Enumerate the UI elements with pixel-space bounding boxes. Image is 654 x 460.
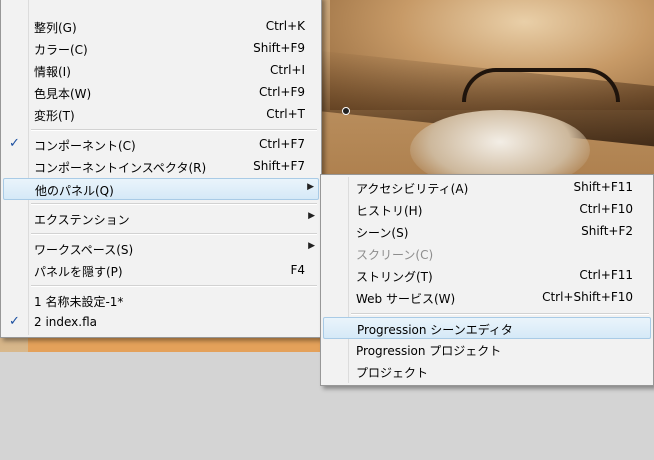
menu-item-label: パネルを隠す(P) xyxy=(34,265,123,279)
menu-item-color[interactable]: カラー(C) Shift+F9 xyxy=(3,38,319,60)
submenu-item-project[interactable]: プロジェクト xyxy=(323,361,651,383)
submenu-item-web-services[interactable]: Web サービス(W) Ctrl+Shift+F10 xyxy=(323,287,651,309)
menu-item-label: ストリング(T) xyxy=(356,270,433,284)
submenu-item-scene[interactable]: シーン(S) Shift+F2 xyxy=(323,221,651,243)
menu-item-component-inspector[interactable]: コンポーネントインスペクタ(R) Shift+F7 xyxy=(3,156,319,178)
menu-item-other-panels[interactable]: 他のパネル(Q) ▶ xyxy=(3,178,319,200)
menu-separator xyxy=(31,203,317,205)
menu-item-shortcut: Ctrl+I xyxy=(270,63,305,77)
other-panels-submenu: アクセシビリティ(A) Shift+F11 ヒストリ(H) Ctrl+F10 シ… xyxy=(320,174,654,386)
submenu-item-progression-project[interactable]: Progression プロジェクト xyxy=(323,339,651,361)
menu-item-label: 変形(T) xyxy=(34,109,75,123)
submenu-item-progression-scene-editor[interactable]: Progression シーンエディタ xyxy=(323,317,651,339)
menu-item-document-untitled[interactable]: 1 名称未設定-1* xyxy=(3,290,319,312)
menu-item-hide-panels[interactable]: パネルを隠す(P) F4 xyxy=(3,260,319,282)
menu-separator xyxy=(31,285,317,287)
menu-item-components[interactable]: ✓ コンポーネント(C) Ctrl+F7 xyxy=(3,134,319,156)
menu-item-info[interactable]: 情報(I) Ctrl+I xyxy=(3,60,319,82)
submenu-arrow-icon: ▶ xyxy=(308,241,315,251)
menu-item-shortcut: Ctrl+F10 xyxy=(579,202,633,216)
menu-item-label: 情報(I) xyxy=(34,65,71,79)
menu-item-shortcut: Ctrl+Shift+F10 xyxy=(542,290,633,304)
menu-item-label: カラー(C) xyxy=(34,43,88,57)
submenu-arrow-icon: ▶ xyxy=(307,182,314,192)
menu-item-label: プロジェクト xyxy=(356,366,429,380)
photo-bag-handle xyxy=(462,68,620,102)
menu-item-label: Web サービス(W) xyxy=(356,292,456,306)
menu-item-label: 整列(G) xyxy=(34,21,77,35)
menu-item-label: コンポーネント(C) xyxy=(34,139,136,153)
submenu-arrow-icon: ▶ xyxy=(308,211,315,221)
menu-item-workspace[interactable]: ワークスペース(S) ▶ xyxy=(3,238,319,260)
menu-item-shortcut: Shift+F11 xyxy=(573,180,633,194)
menu-item-label: ヒストリ(H) xyxy=(356,204,423,218)
menu-item-shortcut: Ctrl+F11 xyxy=(579,268,633,282)
menu-item-shortcut: Ctrl+T xyxy=(266,107,305,121)
submenu-item-accessibility[interactable]: アクセシビリティ(A) Shift+F11 xyxy=(323,177,651,199)
menu-item-label: 2 index.fla xyxy=(34,315,98,329)
submenu-item-strings[interactable]: ストリング(T) Ctrl+F11 xyxy=(323,265,651,287)
menu-item-transform[interactable]: 変形(T) Ctrl+T xyxy=(3,104,319,126)
menu-item-label: シーン(S) xyxy=(356,226,409,240)
menu-separator xyxy=(31,129,317,131)
menu-item-label: コンポーネントインスペクタ(R) xyxy=(34,161,207,175)
menu-item-extensions[interactable]: エクステンション ▶ xyxy=(3,208,319,230)
menu-item-label: 1 名称未設定-1* xyxy=(34,295,124,309)
menu-item-label: 他のパネル(Q) xyxy=(35,184,114,198)
menu-item-label: ワークスペース(S) xyxy=(34,243,134,257)
menu-item-label: エクステンション xyxy=(34,213,130,227)
menu-item-label: 色見本(W) xyxy=(34,87,92,101)
menu-item-shortcut: Ctrl+K xyxy=(265,19,305,33)
stage-frame-edge xyxy=(28,336,328,352)
menu-item-shortcut: Ctrl+F9 xyxy=(259,85,305,99)
menu-item-shortcut: Ctrl+F7 xyxy=(259,137,305,151)
menu-item-swatches[interactable]: 色見本(W) Ctrl+F9 xyxy=(3,82,319,104)
menu-item-label: Progression シーンエディタ xyxy=(357,323,513,337)
menu-item-shortcut: Shift+F9 xyxy=(253,41,305,55)
mouse-cursor-icon xyxy=(342,107,350,115)
menu-item-document-index[interactable]: ✓ 2 index.fla xyxy=(3,312,319,334)
check-icon: ✓ xyxy=(9,136,20,151)
menu-separator xyxy=(31,233,317,235)
menu-item-label: アクセシビリティ(A) xyxy=(356,182,469,196)
menu-item-shortcut: F4 xyxy=(290,263,305,277)
menu-item-label: Progression プロジェクト xyxy=(356,344,502,358)
menu-item-shortcut: Shift+F2 xyxy=(581,224,633,238)
menu-item-label: スクリーン(C) xyxy=(356,248,434,262)
check-icon: ✓ xyxy=(9,314,20,329)
menu-item-shortcut: Shift+F7 xyxy=(253,159,305,173)
submenu-item-history[interactable]: ヒストリ(H) Ctrl+F10 xyxy=(323,199,651,221)
menu-item-align[interactable]: 整列(G) Ctrl+K xyxy=(3,16,319,38)
window-menu: 整列(G) Ctrl+K カラー(C) Shift+F9 情報(I) Ctrl+… xyxy=(0,0,322,338)
submenu-item-screens: スクリーン(C) xyxy=(323,243,651,265)
menu-separator xyxy=(351,313,649,315)
